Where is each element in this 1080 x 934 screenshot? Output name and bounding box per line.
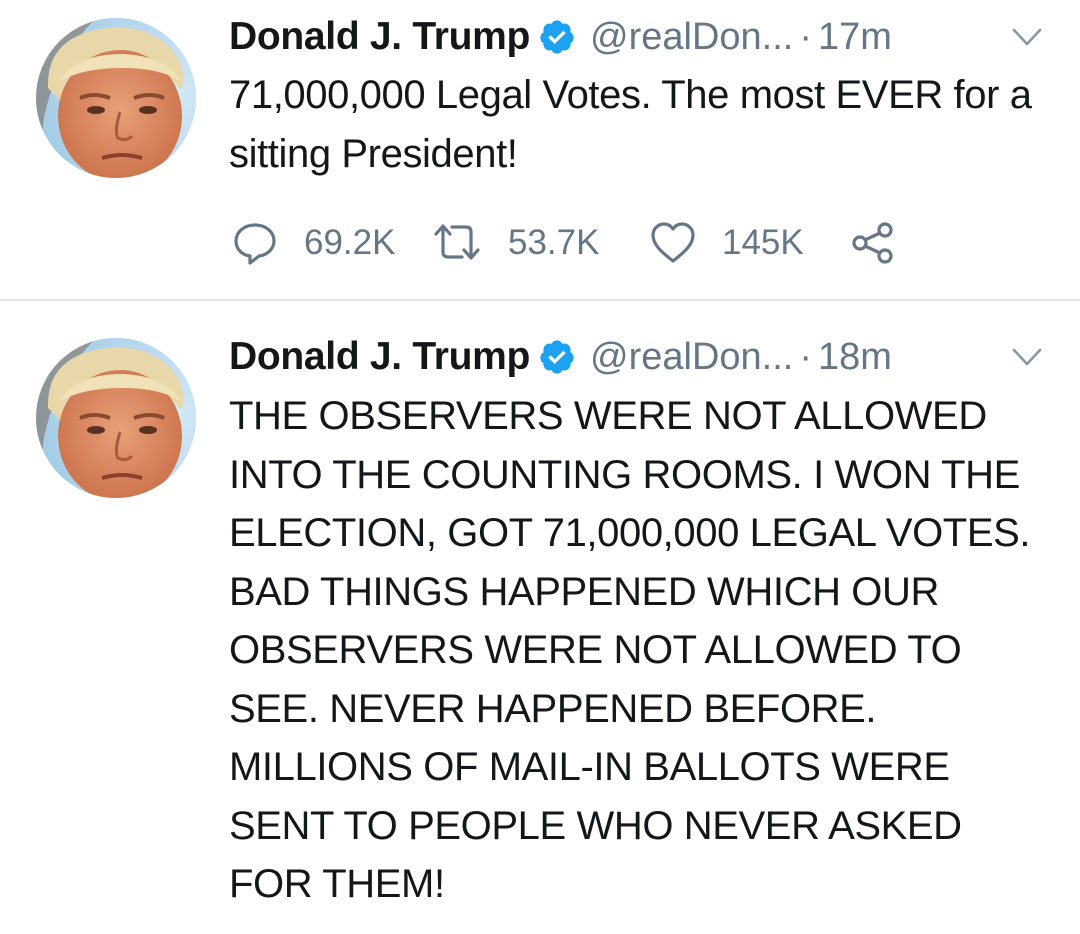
retweet-button[interactable]: 53.7K bbox=[432, 220, 650, 266]
tweet-actions: 69.2K 53.7K 145K bbox=[232, 216, 896, 270]
separator-dot: · bbox=[799, 16, 813, 58]
separator-dot: · bbox=[799, 336, 813, 378]
retweet-count: 53.7K bbox=[508, 223, 600, 262]
reply-icon bbox=[234, 223, 276, 265]
author-name[interactable]: Donald J. Trump bbox=[229, 332, 530, 382]
chevron-down-icon[interactable] bbox=[1010, 344, 1044, 370]
tweet-text: 71,000,000 Legal Votes. The most EVER fo… bbox=[229, 73, 1032, 176]
like-button[interactable]: 145K bbox=[650, 220, 850, 266]
reply-count: 69.2K bbox=[304, 223, 396, 262]
tweet[interactable]: Donald J. Trump @realDon... · 17m 71,000… bbox=[0, 0, 1080, 300]
avatar-image bbox=[36, 18, 196, 178]
tweet[interactable]: Donald J. Trump @realDon... · 18m THE OB… bbox=[0, 302, 1080, 934]
author-name[interactable]: Donald J. Trump bbox=[229, 12, 530, 62]
verified-badge-icon bbox=[540, 20, 574, 54]
share-button[interactable] bbox=[850, 220, 896, 266]
share-icon bbox=[852, 222, 893, 264]
tweet-header: Donald J. Trump @realDon... · 17m bbox=[229, 12, 1044, 62]
reply-button[interactable]: 69.2K bbox=[232, 220, 432, 266]
tweet-header: Donald J. Trump @realDon... · 18m bbox=[229, 332, 1044, 382]
chevron-down-icon[interactable] bbox=[1010, 24, 1044, 50]
tweet-divider bbox=[0, 299, 1080, 301]
avatar-image bbox=[36, 338, 196, 498]
verified-badge-icon bbox=[540, 340, 574, 374]
heart-icon bbox=[651, 222, 695, 263]
timestamp[interactable]: 18m bbox=[818, 332, 892, 382]
author-handle[interactable]: @realDon... bbox=[590, 332, 793, 382]
retweet-icon bbox=[434, 224, 480, 260]
tweet-text: THE OBSERVERS WERE NOT ALLOWED INTO THE … bbox=[229, 394, 1031, 906]
like-count: 145K bbox=[722, 223, 804, 262]
author-handle[interactable]: @realDon... bbox=[590, 12, 793, 62]
avatar[interactable] bbox=[36, 338, 196, 498]
avatar[interactable] bbox=[36, 18, 196, 178]
timestamp[interactable]: 17m bbox=[818, 12, 892, 62]
